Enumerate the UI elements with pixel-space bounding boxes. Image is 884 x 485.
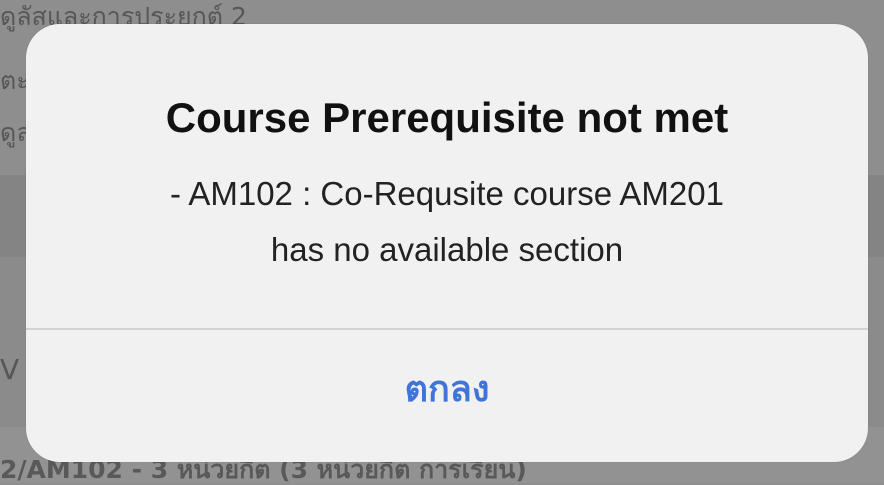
ok-button[interactable]: ตกลง [26,330,868,462]
alert-content: Course Prerequisite not met - AM102 : Co… [26,24,868,328]
alert-message-line-2: has no available section [270,231,624,268]
ok-button-label: ตกลง [404,369,490,410]
alert-title: Course Prerequisite not met [165,94,729,141]
alert-message: - AM102 : Co-Requsite course AM201 has n… [66,166,828,278]
alert-dialog: Course Prerequisite not met - AM102 : Co… [26,24,868,462]
alert-message-line-1: - AM102 : Co-Requsite course AM201 [170,175,724,212]
